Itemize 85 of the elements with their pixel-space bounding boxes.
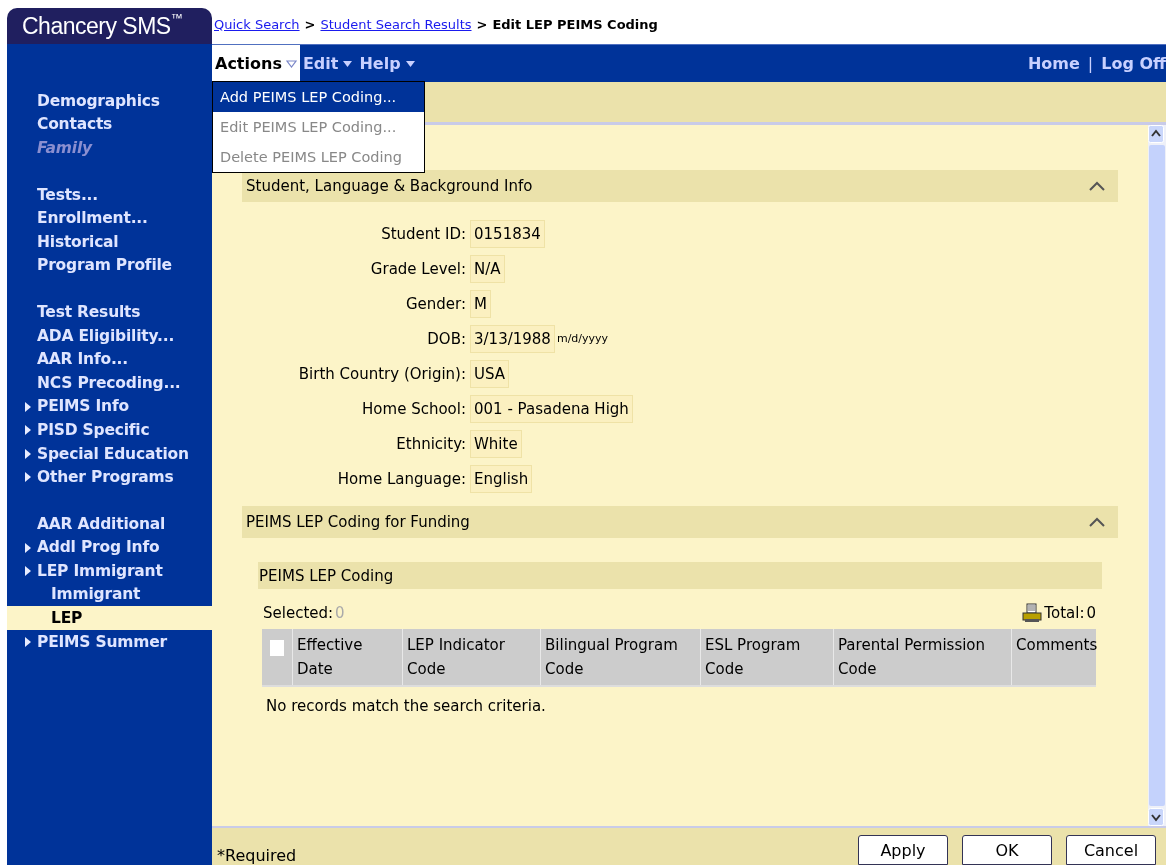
field-value: English <box>470 464 533 493</box>
field-label: Home School: <box>361 399 467 418</box>
dialog-button[interactable]: Apply <box>858 835 948 865</box>
selected-label: Selected: <box>263 604 334 622</box>
field-label: Home Language: <box>336 469 467 488</box>
column-header[interactable]: Effective Date <box>297 633 402 681</box>
total-count: 0 <box>1086 604 1096 622</box>
sidebar-item[interactable]: Other Programs <box>37 468 174 487</box>
breadcrumb-separator: > <box>304 16 316 32</box>
sidebar-item[interactable]: LEP Immigrant <box>37 561 163 580</box>
printer-icon[interactable] <box>1022 603 1043 623</box>
nav-link[interactable]: Log Off <box>1101 54 1166 73</box>
sidebar-item[interactable]: ADA Eligibility... <box>37 326 175 345</box>
empty-message: No records match the search criteria. <box>266 697 547 715</box>
nav-link[interactable]: Home <box>1027 54 1080 73</box>
field-value: 0151834 <box>470 219 545 248</box>
link-separator: | <box>1087 54 1094 73</box>
total-label: Total: <box>1044 604 1085 622</box>
field-label: Student ID: <box>380 224 467 243</box>
sidebar-item[interactable]: Historical <box>37 232 119 251</box>
field-label: Gender: <box>404 294 467 313</box>
menu-button[interactable]: Actions <box>212 45 300 82</box>
sidebar-item[interactable]: PEIMS Info <box>37 397 129 416</box>
breadcrumb-link[interactable]: Student Search Results <box>320 16 472 32</box>
collapse-icon[interactable] <box>1088 516 1106 528</box>
breadcrumb-separator: > <box>476 16 488 32</box>
menu-button[interactable]: Edit <box>299 45 357 82</box>
scroll-down-icon[interactable] <box>1148 808 1164 826</box>
field-label: Birth Country (Origin): <box>297 364 467 383</box>
column-header[interactable]: LEP Indicator Code <box>407 633 540 681</box>
caret-icon <box>404 59 416 68</box>
sidebar-item[interactable]: AAR Additional <box>37 514 166 533</box>
menu-button[interactable]: Help <box>356 45 419 82</box>
field-label: DOB: <box>426 329 467 348</box>
sidebar-item[interactable]: LEP <box>51 609 83 628</box>
field-value: USA <box>470 359 510 388</box>
field-value: N/A <box>470 254 505 283</box>
expand-arrow-icon[interactable] <box>25 472 31 483</box>
select-all-checkbox[interactable] <box>270 640 284 656</box>
sidebar-item[interactable]: Program Profile <box>37 256 172 275</box>
sidebar-item[interactable]: PEIMS Summer <box>37 632 167 651</box>
sidebar-item[interactable]: Addl Prog Info <box>37 538 160 557</box>
required-note: *Required <box>217 846 297 865</box>
section-title: PEIMS LEP Coding for Funding <box>246 513 470 531</box>
section-title: Student, Language & Background Info <box>246 177 533 195</box>
field-value: White <box>470 429 522 458</box>
sidebar-item[interactable]: NCS Precoding... <box>37 373 181 392</box>
field-label: Ethnicity: <box>395 434 467 453</box>
sidebar-item[interactable]: PISD Specific <box>37 420 150 439</box>
expand-arrow-icon[interactable] <box>25 401 31 412</box>
subsection-title: PEIMS LEP Coding <box>259 566 394 585</box>
sidebar-item[interactable]: Immigrant <box>51 585 141 604</box>
breadcrumb-link[interactable]: Quick Search <box>214 16 300 32</box>
expand-arrow-icon[interactable] <box>25 566 31 577</box>
caret-icon <box>285 59 297 68</box>
column-header[interactable]: Bilingual Program Code <box>545 633 700 681</box>
scroll-up-icon[interactable] <box>1148 125 1164 143</box>
column-header[interactable]: Parental Permission Code <box>838 633 1011 681</box>
field-value: 001 - Pasadena High <box>470 394 633 423</box>
sidebar-item[interactable]: Special Education <box>37 444 189 463</box>
scrollbar[interactable] <box>1148 125 1166 826</box>
format-hint: m/d/yyyy <box>556 332 609 345</box>
expand-arrow-icon[interactable] <box>25 425 31 436</box>
collapse-icon[interactable] <box>1088 180 1106 192</box>
field-value: 3/13/1988 <box>470 324 555 353</box>
expand-arrow-icon[interactable] <box>25 448 31 459</box>
sidebar-item[interactable]: Tests... <box>37 185 98 204</box>
dialog-button[interactable]: OK <box>962 835 1052 865</box>
sidebar-item[interactable]: Demographics <box>37 91 160 110</box>
breadcrumb-current: Edit LEP PEIMS Coding <box>492 16 658 32</box>
menu-item[interactable]: Add PEIMS LEP Coding... <box>213 82 424 112</box>
field-label: Grade Level: <box>369 259 467 278</box>
selected-count: 0 <box>335 604 345 622</box>
dialog-button[interactable]: Cancel <box>1066 835 1156 865</box>
sidebar-item[interactable]: Enrollment... <box>37 209 148 228</box>
sidebar-item[interactable]: AAR Info... <box>37 350 128 369</box>
expand-arrow-icon[interactable] <box>25 542 31 553</box>
sidebar-item[interactable]: Contacts <box>37 115 113 134</box>
column-header[interactable]: Comments <box>1016 633 1095 657</box>
sidebar-item[interactable]: Test Results <box>37 302 141 321</box>
expand-arrow-icon[interactable] <box>25 636 31 647</box>
app-logo: Chancery SMS$^{™}$ <box>7 8 212 44</box>
column-header[interactable]: ESL Program Code <box>705 633 833 681</box>
field-value: M <box>470 289 491 318</box>
caret-icon <box>342 59 354 68</box>
